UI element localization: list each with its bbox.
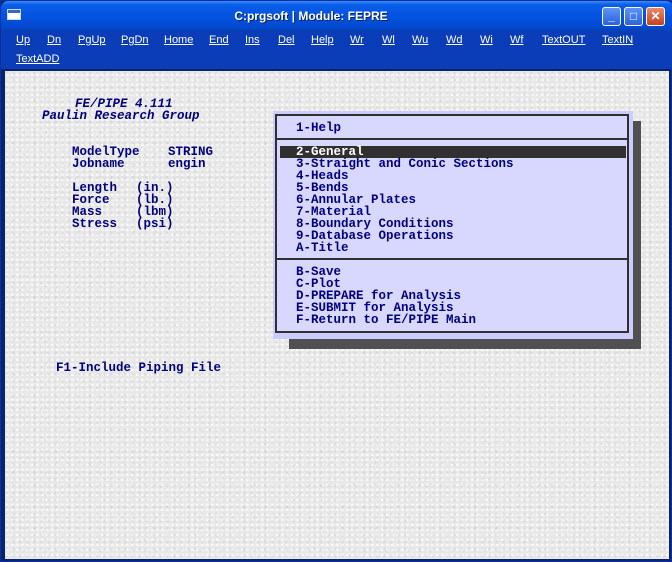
- menu-wd[interactable]: Wd: [446, 34, 463, 46]
- stress-label: Stress: [72, 217, 118, 231]
- menu-textin[interactable]: TextIN: [602, 34, 633, 46]
- menu-pgdn[interactable]: PgDn: [121, 34, 149, 46]
- menu-home[interactable]: Home: [164, 34, 193, 46]
- menu-textout[interactable]: TextOUT: [542, 34, 585, 46]
- menu-separator-top: [277, 138, 627, 140]
- minimize-button[interactable]: _: [602, 7, 621, 26]
- stress-unit: (psi): [136, 217, 174, 231]
- menu-item-title[interactable]: A-Title: [296, 241, 349, 255]
- menu-textadd[interactable]: TextADD: [16, 53, 59, 65]
- menu-up[interactable]: Up: [16, 34, 30, 46]
- dos-console-area: FE/PIPE 4.111 Paulin Research Group Mode…: [5, 71, 669, 559]
- menu-wf[interactable]: Wf: [510, 34, 523, 46]
- menu-dn[interactable]: Dn: [47, 34, 61, 46]
- menu-ins[interactable]: Ins: [245, 34, 260, 46]
- menu-help[interactable]: Help: [311, 34, 334, 46]
- menu-pgup[interactable]: PgUp: [78, 34, 106, 46]
- company-name: Paulin Research Group: [42, 109, 200, 123]
- window-title: C:prgsoft | Module: FEPRE: [234, 9, 388, 23]
- jobname-value: engin: [168, 157, 206, 171]
- menu-wu[interactable]: Wu: [412, 34, 428, 46]
- menu-wl[interactable]: Wl: [382, 34, 395, 46]
- menu-end[interactable]: End: [209, 34, 229, 46]
- maximize-button[interactable]: □: [624, 7, 643, 26]
- menu-del[interactable]: Del: [278, 34, 295, 46]
- menu-separator-bottom: [277, 258, 627, 260]
- menu-item-help[interactable]: 1-Help: [296, 121, 341, 135]
- menu-wi[interactable]: Wi: [480, 34, 493, 46]
- application-window: C:prgsoft | Module: FEPRE _ □ ✕ Up Dn Pg…: [0, 0, 672, 562]
- include-piping-file-key[interactable]: F1-Include Piping File: [56, 361, 221, 375]
- menu-item-return-main[interactable]: F-Return to FE/PIPE Main: [296, 313, 476, 327]
- menu-bar: Up Dn PgUp PgDn Home End Ins Del Help Wr…: [1, 31, 672, 69]
- menu-wr[interactable]: Wr: [350, 34, 364, 46]
- close-button[interactable]: ✕: [646, 7, 665, 26]
- jobname-label: Jobname: [72, 157, 125, 171]
- title-bar[interactable]: C:prgsoft | Module: FEPRE _ □ ✕: [1, 1, 672, 31]
